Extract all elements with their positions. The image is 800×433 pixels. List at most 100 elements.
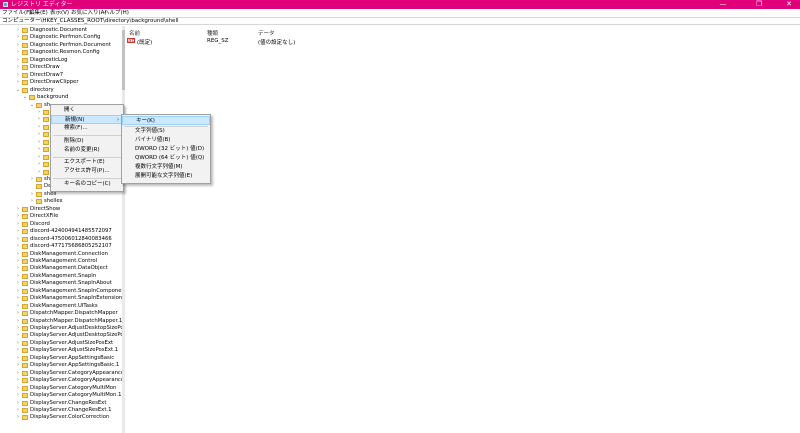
expand-chevron-icon[interactable]: ›: [15, 288, 21, 295]
expand-chevron-icon[interactable]: ›: [15, 325, 21, 332]
menu-file[interactable]: ファイル(F): [2, 10, 31, 16]
menu-item-open[interactable]: 開く: [51, 106, 123, 115]
tree-item-label: DiskManagement.UITasks: [30, 302, 98, 309]
expand-chevron-icon[interactable]: ›: [15, 251, 21, 258]
menu-item-export[interactable]: エクスポート(E): [51, 158, 123, 167]
expand-chevron-icon[interactable]: ›: [36, 154, 42, 161]
expand-chevron-icon[interactable]: ›: [15, 34, 21, 41]
close-button[interactable]: ✕: [778, 0, 800, 9]
folder-icon: [22, 229, 28, 235]
tree-item-label: DisplayServer.ChangeResExt.1: [30, 406, 112, 413]
expand-chevron-icon[interactable]: ›: [15, 273, 21, 280]
expand-chevron-icon[interactable]: ›: [15, 414, 21, 421]
expand-chevron-icon[interactable]: ›: [15, 228, 21, 235]
expand-chevron-icon[interactable]: ›: [15, 57, 21, 64]
expand-chevron-icon[interactable]: ›: [15, 27, 21, 34]
expand-chevron-icon[interactable]: ›: [36, 109, 42, 116]
expand-chevron-icon[interactable]: ›: [15, 42, 21, 49]
expand-chevron-icon[interactable]: ›: [15, 400, 21, 407]
expand-chevron-icon[interactable]: ›: [15, 206, 21, 213]
folder-icon: [36, 177, 42, 182]
expand-chevron-icon[interactable]: ⌄: [22, 94, 28, 101]
tree-item-label: DirectShow: [30, 205, 61, 212]
expand-chevron-icon[interactable]: ›: [15, 355, 21, 362]
expand-chevron-icon[interactable]: ›: [15, 303, 21, 310]
expand-chevron-icon[interactable]: ›: [15, 362, 21, 369]
folder-icon: [22, 236, 28, 242]
expand-chevron-icon[interactable]: ›: [36, 139, 42, 146]
menu-help[interactable]: ヘルプ(H): [104, 10, 129, 16]
menu-edit[interactable]: 編集(E): [29, 10, 48, 16]
expand-chevron-icon[interactable]: ›: [15, 49, 21, 56]
menu-item-new[interactable]: 新規(N) ›: [51, 115, 123, 124]
menu-item-delete[interactable]: 削除(D): [51, 137, 123, 146]
folder-icon: [43, 154, 49, 160]
folder-icon: [22, 363, 28, 369]
address-path[interactable]: コンピューター\HKEY_CLASSES_ROOT\directory\back…: [2, 18, 179, 25]
submenu-item-qword[interactable]: QWORD (64 ビット) 値(Q): [122, 154, 210, 163]
menu-favorites[interactable]: お気に入り(A): [71, 10, 107, 16]
submenu-item-string[interactable]: 文字列値(S): [122, 127, 210, 136]
expand-chevron-icon[interactable]: ›: [36, 124, 42, 131]
expand-chevron-icon[interactable]: ⌄: [15, 87, 21, 94]
expand-chevron-icon[interactable]: ›: [15, 407, 21, 414]
expand-chevron-icon[interactable]: ›: [36, 161, 42, 168]
menu-item-rename[interactable]: 名前の変更(R): [51, 146, 123, 155]
expand-chevron-icon[interactable]: ›: [15, 347, 21, 354]
column-name[interactable]: 名前: [129, 29, 140, 37]
key-tree[interactable]: › Diagnostic.Document › Diagnostic.Perfmon.…: [0, 26, 122, 433]
expand-chevron-icon[interactable]: ›: [15, 213, 21, 220]
submenu-item-expandable-string[interactable]: 展開可能な文字列値(E): [122, 172, 210, 181]
folder-icon: [22, 214, 28, 220]
menu-item-permissions[interactable]: アクセス許可(P)...: [51, 167, 123, 176]
expand-chevron-icon[interactable]: ›: [29, 176, 35, 183]
expand-chevron-icon[interactable]: ›: [15, 295, 21, 302]
folder-icon: [22, 385, 28, 391]
address-bar[interactable]: コンピューター\HKEY_CLASSES_ROOT\directory\back…: [0, 17, 800, 25]
expand-chevron-icon[interactable]: ›: [15, 340, 21, 347]
expand-chevron-icon[interactable]: ›: [15, 243, 21, 250]
expand-chevron-icon[interactable]: ›: [15, 392, 21, 399]
expand-chevron-icon[interactable]: ›: [15, 265, 21, 272]
column-data[interactable]: データ: [258, 29, 275, 37]
tree-item-label: DisplayServer.ChangeResExt: [30, 399, 107, 406]
menu-item-copy-key-name[interactable]: キー名のコピー(C): [51, 180, 123, 189]
expand-chevron-icon[interactable]: ›: [29, 191, 35, 198]
folder-icon: [43, 147, 49, 153]
expand-chevron-icon[interactable]: ›: [36, 146, 42, 153]
expand-chevron-icon[interactable]: ›: [15, 318, 21, 325]
expand-chevron-icon[interactable]: ›: [15, 64, 21, 71]
folder-icon: [22, 378, 28, 384]
expand-chevron-icon[interactable]: ›: [36, 116, 42, 123]
new-submenu: キー(K) 文字列値(S) バイナリ値(B) DWORD (32 ビット) 値(…: [121, 114, 211, 184]
expand-chevron-icon[interactable]: ›: [15, 370, 21, 377]
expand-chevron-icon[interactable]: ›: [15, 280, 21, 287]
regedit-app-icon: [3, 2, 8, 7]
submenu-item-dword[interactable]: DWORD (32 ビット) 値(D): [122, 145, 210, 154]
menu-item-find[interactable]: 検索(F)...: [51, 124, 123, 133]
expand-chevron-icon[interactable]: ›: [36, 169, 42, 176]
submenu-item-multi-string[interactable]: 複数行文字列値(M): [122, 163, 210, 172]
column-type[interactable]: 種類: [207, 29, 218, 37]
menu-view[interactable]: 表示(V): [50, 10, 69, 16]
value-row[interactable]: ab (既定) REG_SZ (値の設定なし): [127, 37, 422, 46]
expand-chevron-icon[interactable]: ›: [15, 236, 21, 243]
expand-chevron-icon[interactable]: ›: [15, 332, 21, 339]
expand-chevron-icon[interactable]: ›: [15, 72, 21, 79]
maximize-button[interactable]: ❐: [748, 0, 770, 9]
values-pane[interactable]: 名前 種類 データ ab (既定) REG_SZ (値の設定なし): [125, 26, 800, 433]
expand-chevron-icon[interactable]: ›: [15, 258, 21, 265]
folder-icon: [22, 251, 28, 257]
tree-item-label: background: [37, 94, 69, 101]
expand-chevron-icon[interactable]: ›: [29, 198, 35, 205]
expand-chevron-icon[interactable]: ›: [15, 79, 21, 86]
expand-chevron-icon[interactable]: ›: [15, 385, 21, 392]
expand-chevron-icon[interactable]: ›: [36, 131, 42, 138]
expand-chevron-icon[interactable]: ›: [15, 221, 21, 228]
submenu-item-binary[interactable]: バイナリ値(B): [122, 136, 210, 145]
minimize-button[interactable]: —: [712, 0, 734, 9]
expand-chevron-icon[interactable]: ›: [15, 377, 21, 384]
expand-chevron-icon[interactable]: ⌄: [29, 102, 35, 109]
expand-chevron-icon[interactable]: ›: [15, 310, 21, 317]
submenu-item-key[interactable]: キー(K): [122, 116, 210, 125]
